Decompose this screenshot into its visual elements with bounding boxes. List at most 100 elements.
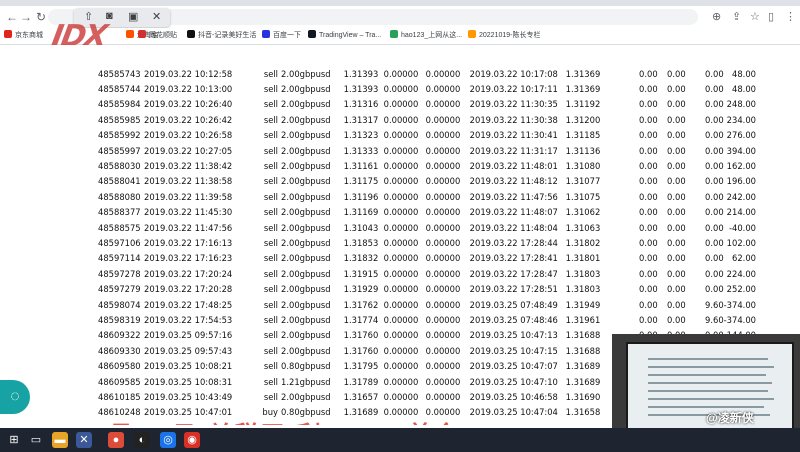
bookmark-item[interactable]: 同花顺贴	[138, 30, 177, 42]
cell-sl: 0.00000	[383, 84, 419, 95]
table-row: 48597106 2019.03.22 17:16:13 sell 2.00 gbpus…	[98, 235, 756, 250]
cell-close: 1.31802	[565, 237, 601, 248]
cell-type: sell	[263, 191, 278, 202]
cell-tp: 0.00000	[425, 207, 461, 218]
windows-start-icon[interactable]: ⊞	[6, 432, 22, 448]
cell-tp: 0.00000	[425, 237, 461, 248]
app3-icon[interactable]: ◎	[160, 432, 176, 448]
cell-type: sell	[263, 314, 278, 325]
sidebar-icon[interactable]: ▯	[768, 10, 774, 23]
bookmark-item[interactable]: hao123_上网从这...	[390, 30, 462, 42]
bookmark-item[interactable]: 京东商城	[4, 30, 43, 42]
task-view-icon[interactable]: ▭	[28, 432, 44, 448]
cell-profit: 394.00	[726, 145, 756, 156]
cell-close-time: 2019.03.22 11:48:07	[469, 207, 558, 218]
cell-lots: 2.00	[281, 99, 300, 110]
cell-comm: 0.00	[639, 207, 658, 218]
table-row: 48588030 2019.03.22 11:38:42 sell 2.00 gbpus…	[98, 158, 756, 173]
cell-tax: 0.00	[667, 314, 686, 325]
cell-type: sell	[263, 222, 278, 233]
cell-profit: 214.00	[726, 207, 756, 218]
cell-profit: 196.00	[726, 176, 756, 187]
cell-tax: 0.00	[667, 284, 686, 295]
cell-profit: 242.00	[726, 191, 756, 202]
share-page-icon[interactable]: ⇪	[732, 10, 741, 23]
cell-close-time: 2019.03.22 10:17:11	[469, 84, 558, 95]
cell-time: 2019.03.22 11:45:30	[144, 207, 233, 218]
screenshot-icon[interactable]: ▣	[128, 10, 138, 23]
cell-swap: 0.00	[705, 84, 724, 95]
cell-comm: 0.00	[639, 253, 658, 264]
cell-swap: 0.00	[705, 68, 724, 79]
cell-profit: 248.00	[726, 99, 756, 110]
app4-icon[interactable]: ◉	[184, 432, 200, 448]
cell-open: 1.31789	[343, 376, 379, 387]
cell-sl: 0.00000	[383, 268, 419, 279]
cell-close-time: 2019.03.22 17:28:47	[469, 268, 558, 279]
reload-button[interactable]: ↻	[33, 9, 49, 25]
cell-time: 2019.03.22 17:16:23	[144, 253, 233, 264]
cell-time: 2019.03.22 10:26:42	[144, 114, 233, 125]
cell-close: 1.31801	[565, 253, 601, 264]
cell-profit: 62.00	[732, 253, 756, 264]
cell-sl: 0.00000	[383, 176, 419, 187]
cell-symbol: gbpusd	[299, 299, 331, 310]
cell-close-time: 2019.03.25 10:47:10	[469, 376, 558, 387]
bookmark-item[interactable]: 百度一下	[262, 30, 301, 42]
cell-time: 2019.03.25 09:57:16	[144, 330, 233, 341]
cell-ticket: 48588030	[98, 161, 141, 172]
cell-comm: 0.00	[639, 161, 658, 172]
cell-ticket: 48610185	[98, 391, 141, 402]
bookmarks-bar: 京东商城 爱淘宝 同花顺贴 抖音-记录美好生活 百度一下 TradingView…	[0, 28, 800, 45]
cell-open: 1.31393	[343, 68, 379, 79]
chrome-icon[interactable]: ●	[108, 432, 124, 448]
cell-ticket: 48585997	[98, 145, 141, 156]
cell-type: sell	[263, 391, 278, 402]
cell-tp: 0.00000	[425, 161, 461, 172]
cell-type: sell	[263, 345, 278, 356]
cell-close: 1.31961	[565, 314, 601, 325]
cell-symbol: gbpusd	[299, 99, 331, 110]
cell-time: 2019.03.22 10:27:05	[144, 145, 233, 156]
bookmark-item[interactable]: 20221019-陈长专栏	[468, 30, 540, 42]
cell-close: 1.31075	[565, 191, 601, 202]
cell-ticket: 48588377	[98, 207, 141, 218]
cell-ticket: 48598074	[98, 299, 141, 310]
cell-lots: 2.00	[281, 299, 300, 310]
close-icon[interactable]: ✕	[152, 10, 161, 23]
cell-ticket: 48597279	[98, 284, 141, 295]
cell-ticket: 48585985	[98, 114, 141, 125]
file-explorer-icon[interactable]: ▬	[52, 432, 68, 448]
cell-time: 2019.03.22 10:13:00	[144, 84, 233, 95]
cell-comm: 0.00	[639, 176, 658, 187]
cell-close-time: 2019.03.22 11:30:38	[469, 114, 558, 125]
cell-type: sell	[263, 268, 278, 279]
cell-sl: 0.00000	[383, 130, 419, 141]
cell-type: sell	[263, 130, 278, 141]
cell-sl: 0.00000	[383, 376, 419, 387]
cell-sl: 0.00000	[383, 99, 419, 110]
cell-lots: 2.00	[281, 145, 300, 156]
cell-time: 2019.03.25 10:08:21	[144, 361, 233, 372]
app2-icon[interactable]: ◐	[134, 432, 150, 448]
forward-button[interactable]: →	[18, 9, 34, 25]
cell-swap: 0.00	[705, 284, 724, 295]
cell-lots: 2.00	[281, 176, 300, 187]
cell-sl: 0.00000	[383, 145, 419, 156]
cell-symbol: gbpusd	[299, 391, 331, 402]
menu-icon[interactable]: ⋮	[785, 10, 796, 23]
cell-sl: 0.00000	[383, 207, 419, 218]
star-icon[interactable]: ☆	[750, 10, 760, 23]
bookmark-item[interactable]: TradingView – Tra...	[308, 30, 381, 42]
cell-symbol: gbpusd	[299, 191, 331, 202]
table-row: 48588575 2019.03.22 11:47:56 sell 2.00 gbpus…	[98, 220, 756, 235]
cell-tax: 0.00	[667, 299, 686, 310]
app-icon[interactable]: ✕	[76, 432, 92, 448]
bookmark-item[interactable]: 抖音-记录美好生活	[187, 30, 256, 42]
cell-lots: 2.00	[281, 345, 300, 356]
cell-swap: 9.60	[705, 299, 724, 310]
cell-tax: 0.00	[667, 237, 686, 248]
cell-type: sell	[263, 284, 278, 295]
cell-ticket: 48585744	[98, 84, 141, 95]
zoom-icon[interactable]: ⊕	[712, 10, 721, 23]
